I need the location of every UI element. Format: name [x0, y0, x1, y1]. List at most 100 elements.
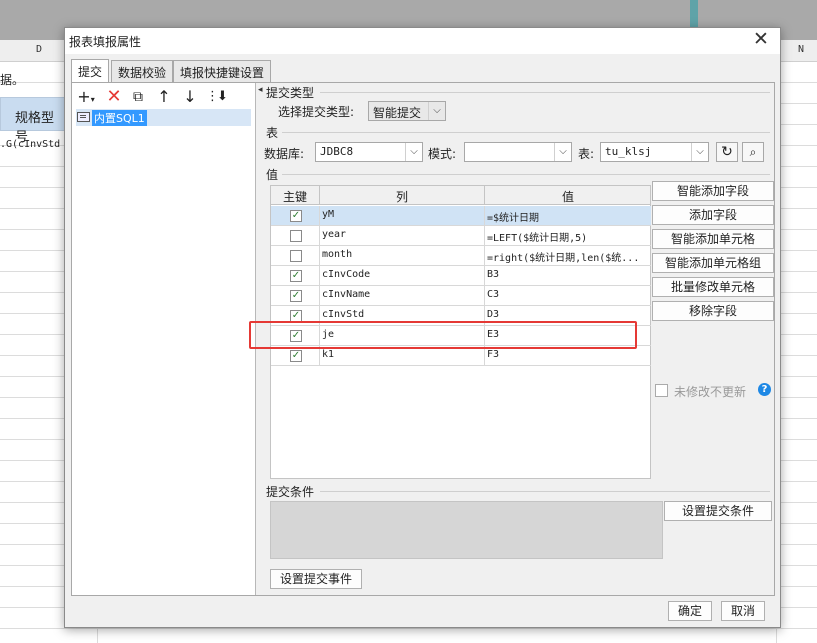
submit-type-section: 提交类型 [266, 86, 315, 100]
add-dropdown-icon[interactable]: +▾ [76, 87, 96, 107]
refresh-icon[interactable]: ↻ [716, 142, 738, 162]
column-name-cell[interactable]: cInvStd [322, 309, 482, 320]
move-down-icon[interactable]: ↓ [180, 87, 200, 107]
move-bottom-icon[interactable]: ⋮⬇ [206, 87, 228, 107]
set-submit-event-button[interactable]: 设置提交事件 [270, 569, 362, 589]
table-name-value: tu_klsj [605, 145, 652, 158]
app-accent-strip [690, 0, 698, 28]
collapse-icon[interactable]: ◂ [258, 85, 263, 95]
column-separator [319, 266, 320, 286]
database-value: JDBC8 [320, 145, 354, 158]
column-name-cell[interactable]: year [322, 229, 482, 240]
delete-icon[interactable]: ✕ [104, 87, 124, 107]
column-name-cell[interactable]: month [322, 249, 482, 260]
table-row[interactable]: ✓ cInvCode B3 [271, 266, 651, 286]
submit-type-select[interactable]: 智能提交 ⌵ [368, 101, 446, 121]
column-separator [484, 266, 485, 286]
table-row[interactable]: year =LEFT($统计日期,5) [271, 226, 651, 246]
column-name-cell[interactable]: cInvCode [322, 269, 482, 280]
chevron-down-icon: ⌵ [554, 143, 571, 161]
table-header: 主键 列 值 [271, 186, 650, 205]
table-icon [77, 112, 90, 122]
chevron-down-icon: ⌵ [691, 143, 708, 161]
tree-item-builtin-sql[interactable]: 内置SQL1 [76, 109, 251, 126]
primary-key-checkbox[interactable]: ✓ [290, 290, 302, 302]
chevron-down-icon: ⌵ [428, 102, 445, 120]
dialog-titlebar: 报表填报属性 ✕ [65, 28, 780, 54]
value-cell[interactable]: D3 [487, 309, 649, 320]
database-select[interactable]: JDBC8 ⌵ [315, 142, 423, 162]
submit-condition-section: 提交条件 [266, 485, 315, 499]
table-row[interactable]: ✓ k1 F3 [271, 346, 651, 366]
section-divider [282, 132, 770, 133]
copy-icon[interactable]: ⧉ [128, 87, 148, 107]
tab-submit[interactable]: 提交 [71, 59, 110, 83]
value-cell[interactable]: =LEFT($统计日期,5) [487, 229, 649, 244]
close-icon[interactable]: ✕ [750, 29, 772, 51]
column-header-n[interactable]: N [798, 44, 804, 55]
value-cell[interactable]: B3 [487, 269, 649, 280]
tab-data-validation[interactable]: 数据校验 [111, 60, 174, 82]
submit-condition-area[interactable] [270, 501, 663, 559]
header-value: 值 [561, 190, 574, 204]
smart-add-cell-button[interactable]: 智能添加单元格 [652, 229, 774, 249]
column-separator [319, 286, 320, 306]
primary-key-checkbox[interactable]: ✓ [290, 350, 302, 362]
column-name-cell[interactable]: k1 [322, 349, 482, 360]
add-field-button[interactable]: 添加字段 [652, 205, 774, 225]
header-column: 列 [395, 190, 408, 204]
column-separator [319, 206, 320, 226]
table-name-label: 表: [578, 147, 595, 161]
table-name-select[interactable]: tu_klsj ⌵ [600, 142, 709, 162]
column-header-d[interactable]: D [36, 44, 42, 55]
chevron-down-icon: ⌵ [405, 143, 422, 161]
primary-key-checkbox[interactable]: ✓ [290, 270, 302, 282]
column-name-cell[interactable]: yM [322, 209, 482, 220]
column-separator [319, 346, 320, 366]
submit-type-value: 智能提交 [373, 106, 422, 120]
section-divider [282, 174, 770, 175]
cell-text[interactable]: 据。 [0, 71, 24, 88]
cell-formula[interactable]: .G(cInvStd [0, 139, 60, 150]
table-row[interactable]: ✓ yM =$统计日期 [271, 206, 651, 226]
column-name-cell[interactable]: cInvName [322, 289, 482, 300]
set-submit-condition-button[interactable]: 设置提交条件 [664, 501, 772, 521]
smart-add-field-button[interactable]: 智能添加字段 [652, 181, 774, 201]
batch-edit-cell-button[interactable]: 批量修改单元格 [652, 277, 774, 297]
submit-type-label: 选择提交类型: [278, 105, 355, 119]
header-primary-key: 主键 [282, 190, 307, 204]
column-separator [484, 226, 485, 246]
table-row[interactable]: month =right($统计日期,len($统... [271, 246, 651, 266]
no-update-checkbox[interactable] [655, 384, 668, 397]
table-row[interactable]: ✓ cInvName C3 [271, 286, 651, 306]
value-cell[interactable]: C3 [487, 289, 649, 300]
column-separator [319, 226, 320, 246]
tab-shortcut-settings[interactable]: 填报快捷键设置 [173, 60, 272, 82]
help-icon[interactable]: ? [758, 383, 771, 396]
section-divider [320, 92, 770, 93]
cell-header-spec[interactable]: 规格型号 [0, 97, 66, 145]
primary-key-checkbox[interactable] [290, 250, 302, 262]
sql-tree-pane: +▾ ✕ ⧉ ↑ ↓ ⋮⬇ 内置SQL1 [72, 83, 256, 595]
no-update-label: 未修改不更新 [674, 385, 747, 399]
preview-icon[interactable]: ⌕ [742, 142, 764, 162]
value-cell[interactable]: =right($统计日期,len($统... [487, 249, 649, 264]
database-label: 数据库: [264, 147, 305, 161]
column-separator [484, 346, 485, 366]
mode-select[interactable]: ⌵ [464, 142, 572, 162]
primary-key-checkbox[interactable]: ✓ [290, 210, 302, 222]
primary-key-checkbox[interactable] [290, 230, 302, 242]
remove-field-button[interactable]: 移除字段 [652, 301, 774, 321]
smart-add-cell-group-button[interactable]: 智能添加单元格组 [652, 253, 774, 273]
value-cell[interactable]: =$统计日期 [487, 209, 649, 224]
dialog-title: 报表填报属性 [69, 35, 142, 49]
cancel-button[interactable]: 取消 [721, 601, 765, 621]
move-up-icon[interactable]: ↑ [154, 87, 174, 107]
column-separator [319, 246, 320, 266]
mode-label: 模式: [428, 147, 457, 161]
value-cell[interactable]: F3 [487, 349, 649, 360]
column-separator [484, 286, 485, 306]
value-section: 值 [266, 168, 279, 182]
ok-button[interactable]: 确定 [668, 601, 712, 621]
column-separator [484, 246, 485, 266]
